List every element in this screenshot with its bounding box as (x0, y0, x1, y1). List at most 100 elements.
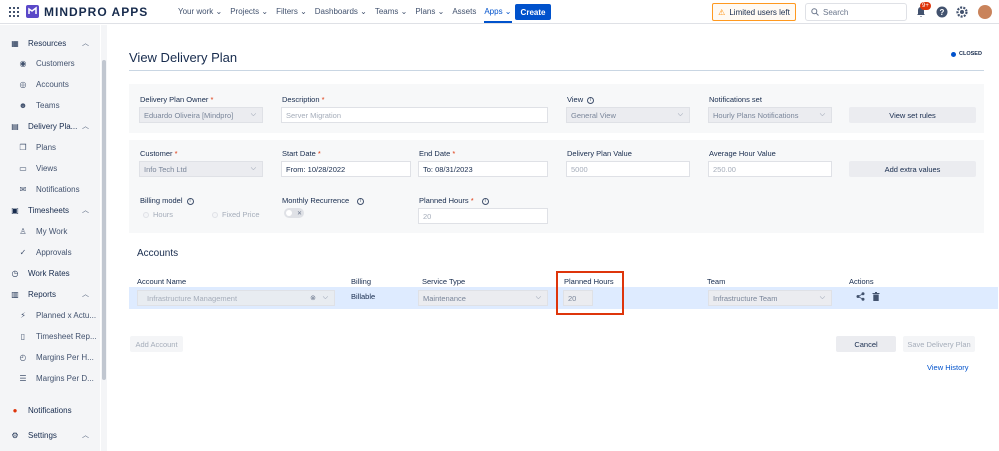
chevron-down-icon: ⌵ (250, 111, 256, 118)
limited-users-button[interactable]: ⚠ Limited users left (712, 3, 796, 21)
create-button[interactable]: Create (515, 4, 551, 20)
info-icon[interactable]: i (587, 96, 595, 104)
sidebar-item-resources[interactable]: ▦ Resources (10, 38, 66, 48)
nav-filters[interactable]: Filters ⌄ (276, 7, 307, 23)
nav-your-work[interactable]: Your work ⌄ (178, 7, 222, 23)
info-icon[interactable]: i (357, 197, 365, 205)
page-title: View Delivery Plan (129, 50, 238, 65)
search-input[interactable]: Search (805, 3, 907, 21)
list-icon: ☰ (19, 373, 27, 383)
teams-icon: ☻ (18, 100, 28, 110)
customer-select[interactable]: Info Tech Ltd ⌵ (139, 161, 263, 177)
service-type-select[interactable]: Maintenance ⌵ (418, 290, 548, 306)
nav-projects[interactable]: Projects ⌄ (230, 7, 268, 23)
sidebar-item-customers[interactable]: ◉ Customers (18, 58, 75, 68)
view-history-link[interactable]: View History (927, 363, 969, 372)
nav-apps[interactable]: Apps ⌄ (484, 7, 512, 23)
start-date-field[interactable]: From: 10/28/2022 (281, 161, 411, 177)
sidebar-item-notifications[interactable]: ✉ Notifications (18, 184, 80, 194)
notifications-set-select[interactable]: Hourly Plans Notifications ⌵ (708, 107, 832, 123)
gear-icon: ⚙ (11, 430, 19, 440)
nav-assets[interactable]: Assets (452, 7, 476, 23)
avg-hour-label: Average Hour Value (709, 149, 776, 158)
clear-icon[interactable]: ⊗ (310, 294, 316, 302)
sidebar-item-margins-hour[interactable]: ◴ Margins Per H... (18, 352, 94, 362)
view-select[interactable]: General View ⌵ (566, 107, 690, 123)
description-field[interactable]: Server Migration (281, 107, 548, 123)
search-icon (811, 8, 819, 16)
avg-hour-field[interactable]: 250.00 (708, 161, 832, 177)
svg-text:?: ? (940, 8, 945, 17)
sidebar-item-plans[interactable]: ❐ Plans (18, 142, 56, 152)
recurrence-toggle[interactable]: ✕ (284, 208, 304, 218)
view-label: View i (567, 95, 595, 104)
sidebar-item-planned-actual[interactable]: ⚡ Planned x Actu... (18, 310, 96, 320)
col-service-type: Service Type (422, 277, 466, 286)
radio-icon (212, 211, 218, 218)
account-name-select[interactable]: Infrastructure Management ⊗ ⌵ (137, 290, 335, 306)
customer-label: Customer * (140, 149, 178, 158)
bar-chart-icon: ▥ (11, 289, 19, 299)
billing-fixed-radio[interactable]: Fixed Price (212, 210, 260, 219)
planned-hours-field[interactable]: 20 (418, 208, 548, 224)
share-icon[interactable] (856, 292, 865, 301)
view-set-rules-button[interactable]: View set rules (849, 107, 976, 123)
billing-value: Billable (351, 292, 376, 301)
highlight-box (556, 271, 624, 315)
chevron-up-icon[interactable]: ︿ (82, 121, 89, 131)
planned-icon: ⚡ (20, 310, 26, 320)
grid-icon: ▦ (11, 38, 19, 48)
logo-icon[interactable] (26, 5, 39, 18)
sidebar-item-my-work[interactable]: ♙ My Work (18, 226, 67, 236)
planned-hours-label: Planned Hours * i (419, 196, 489, 205)
logo-text[interactable]: MINDPRO APPS (44, 5, 148, 19)
sidebar-item-work-rates[interactable]: ◷ Work Rates (10, 268, 70, 278)
notification-badge: 9+ (920, 2, 931, 10)
sidebar-item-views[interactable]: ▭ Views (18, 163, 57, 173)
col-billing: Billing (351, 277, 372, 286)
owner-select[interactable]: Eduardo Oliveira [Mindpro] ⌵ (139, 107, 263, 123)
sidebar-item-approvals[interactable]: ✓ Approvals (18, 247, 72, 257)
warning-icon: ⚠ (718, 7, 726, 17)
team-select[interactable]: Infrastructure Team ⌵ (708, 290, 832, 306)
nav-plans[interactable]: Plans ⌄ (415, 7, 444, 23)
cancel-button[interactable]: Cancel (836, 336, 896, 352)
app-switcher-icon[interactable] (9, 7, 19, 17)
top-navigation-bar: MINDPRO APPS Your work ⌄ Projects ⌄ Filt… (0, 0, 999, 24)
recurrence-label: Monthly Recurrence i (282, 196, 365, 205)
add-extra-values-button[interactable]: Add extra values (849, 161, 976, 177)
save-delivery-plan-button[interactable]: Save Delivery Plan (903, 336, 975, 352)
sidebar-item-teams[interactable]: ☻ Teams (18, 100, 60, 110)
sidebar-item-timesheets[interactable]: ▣ Timesheets (10, 205, 69, 215)
delivery-icon: ▤ (11, 121, 19, 131)
accounts-title: Accounts (137, 248, 179, 259)
sidebar-item-notifications-main[interactable]: ● Notifications (10, 405, 72, 415)
info-icon[interactable]: i (481, 197, 489, 205)
sidebar-item-margins-day[interactable]: ☰ Margins Per D... (18, 373, 93, 383)
sidebar-item-accounts[interactable]: ◎ Accounts (18, 79, 69, 89)
add-account-button[interactable]: Add Account (130, 336, 183, 352)
gear-icon[interactable] (956, 6, 968, 18)
chevron-up-icon[interactable]: ︿ (82, 38, 89, 48)
calendar-icon: ▣ (11, 205, 19, 215)
sidebar-scrollbar-thumb[interactable] (102, 60, 106, 380)
info-icon[interactable]: i (186, 197, 194, 205)
nav-teams[interactable]: Teams ⌄ (375, 7, 408, 23)
main-nav: Your work ⌄ Projects ⌄ Filters ⌄ Dashboa… (178, 7, 520, 23)
bell-icon: ✉ (19, 184, 27, 194)
nav-dashboards[interactable]: Dashboards ⌄ (315, 7, 367, 23)
end-date-field[interactable]: To: 08/31/2023 (418, 161, 548, 177)
sidebar-item-reports[interactable]: ▥ Reports (10, 289, 56, 299)
billing-hours-radio[interactable]: Hours (143, 210, 173, 219)
avatar[interactable] (978, 5, 992, 19)
chevron-down-icon: ⌵ (250, 165, 256, 172)
sidebar-item-settings[interactable]: ⚙ Settings (10, 430, 57, 440)
chevron-up-icon[interactable]: ︿ (82, 205, 89, 215)
trash-icon[interactable] (872, 292, 880, 301)
chevron-up-icon[interactable]: ︿ (82, 430, 89, 440)
chevron-up-icon[interactable]: ︿ (82, 289, 89, 299)
sidebar-item-delivery-plans[interactable]: ▤ Delivery Pla... (10, 121, 77, 131)
sidebar-item-timesheet-report[interactable]: ▯ Timesheet Rep... (18, 331, 97, 341)
help-icon[interactable]: ? (936, 6, 948, 18)
plan-value-field[interactable]: 5000 (566, 161, 690, 177)
